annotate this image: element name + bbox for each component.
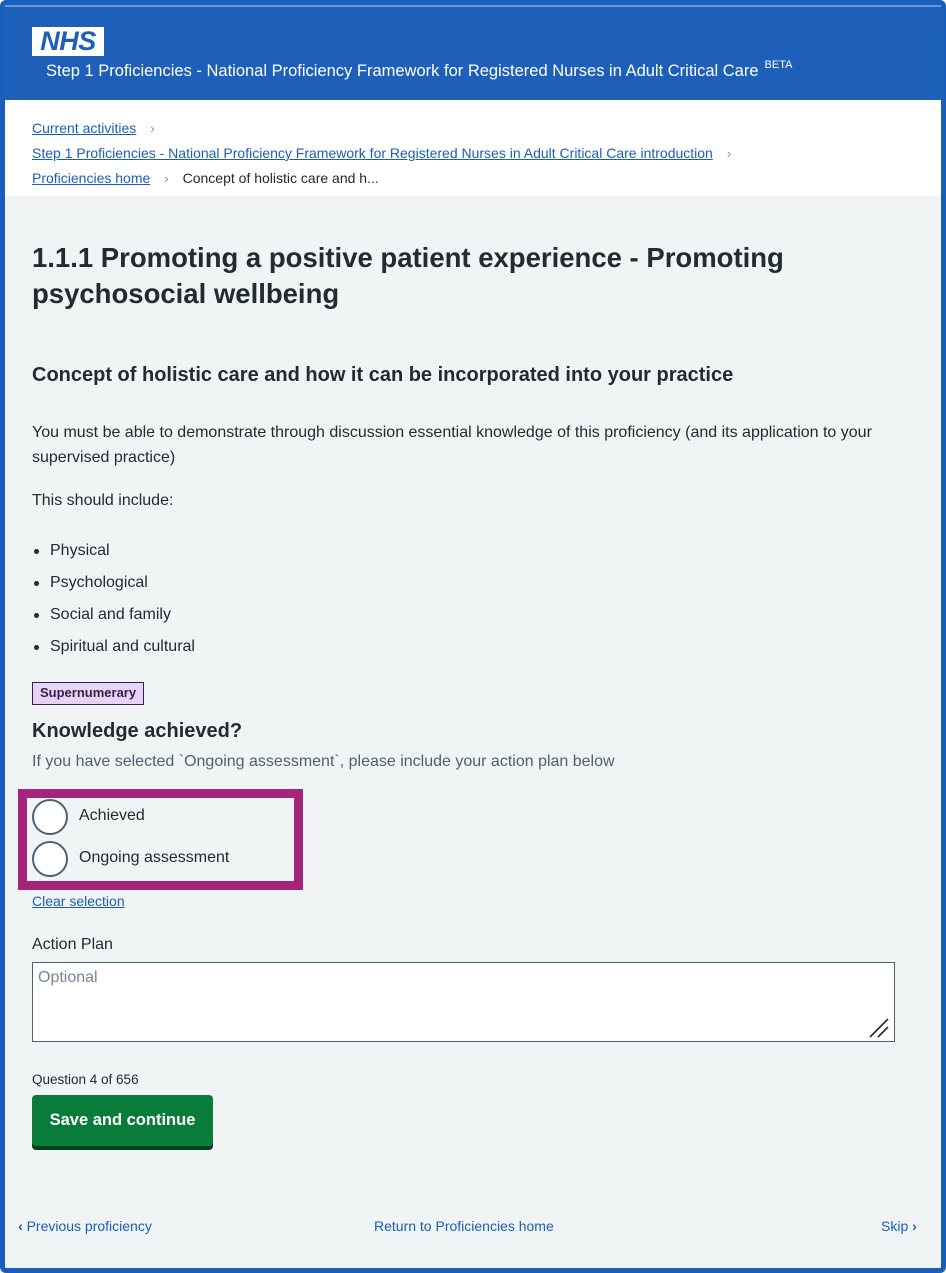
breadcrumb-item-proficiencies-home: Proficiencies home › Concept of holistic c… — [32, 170, 379, 186]
question-counter: Question 4 of 656 — [32, 1072, 139, 1087]
save-and-continue-button[interactable]: Save and continue — [32, 1095, 213, 1146]
chevron-right-icon: › — [164, 171, 169, 186]
breadcrumb-item-current-activities: Current activities › — [32, 120, 155, 136]
chevron-right-icon: › — [150, 121, 155, 136]
action-plan-label: Action Plan — [32, 936, 113, 953]
breadcrumb-item-introduction: Step 1 Proficiencies - National Proficie… — [32, 145, 731, 161]
include-heading: This should include: — [32, 492, 174, 509]
beta-label: BETA — [764, 59, 793, 71]
list-item: Social and family — [32, 600, 195, 632]
page-frame: NHS Step 1 Proficiencies - National Prof… — [0, 0, 946, 1273]
service-name[interactable]: Step 1 Proficiencies - National Proficie… — [46, 59, 793, 81]
chevron-left-icon: ‹ — [18, 1218, 23, 1234]
skip-link[interactable]: Skip › — [881, 1218, 917, 1234]
breadcrumb-link-current-activities[interactable]: Current activities — [32, 120, 136, 136]
breadcrumb-link-proficiencies-home[interactable]: Proficiencies home — [32, 170, 150, 186]
question-legend: Knowledge achieved? — [32, 720, 243, 742]
radio-label-ongoing-assessment[interactable]: Ongoing assessment — [79, 849, 229, 867]
service-name-text[interactable]: Step 1 Proficiencies - National Proficie… — [46, 62, 759, 80]
supernumerary-tag: Supernumerary — [32, 682, 145, 705]
previous-proficiency-label[interactable]: Previous proficiency — [27, 1218, 152, 1234]
chevron-right-icon: › — [726, 146, 732, 161]
nhs-logo[interactable]: NHS — [32, 27, 104, 56]
list-item: Spiritual and cultural — [32, 632, 195, 664]
breadcrumb-link-introduction[interactable]: Step 1 Proficiencies - National Proficie… — [32, 145, 713, 161]
question-hint: If you have selected `Ongoing assessment… — [32, 753, 615, 770]
radio-label-achieved[interactable]: Achieved — [79, 807, 145, 825]
list-item: Physical — [32, 536, 195, 568]
section-subtitle: Concept of holistic care and how it can … — [32, 364, 734, 386]
proficiency-navigation: ‹ Previous proficiency Return to Profici… — [5, 1218, 941, 1240]
resize-handle-icon[interactable] — [868, 1017, 890, 1039]
site-header: NHS Step 1 Proficiencies - National Prof… — [5, 5, 941, 100]
list-item: Psychological — [32, 568, 195, 600]
action-plan-textarea[interactable] — [32, 962, 895, 1042]
breadcrumb-current: Concept of holistic care and h... — [182, 170, 379, 186]
radio-achieved[interactable]: Achieved — [32, 799, 272, 835]
radio-ongoing-assessment[interactable]: Ongoing assessment — [32, 841, 272, 877]
previous-proficiency-link[interactable]: ‹ Previous proficiency — [18, 1218, 152, 1234]
return-to-proficiencies-home-link[interactable]: Return to Proficiencies home — [374, 1218, 554, 1234]
radio-circle-icon[interactable] — [32, 841, 68, 877]
topic-list: Physical Psychological Social and family… — [32, 536, 195, 664]
chevron-right-icon: › — [912, 1218, 917, 1234]
breadcrumb: Current activities › Step 1 Proficiencies… — [5, 100, 941, 196]
radio-circle-icon[interactable] — [32, 799, 68, 835]
skip-label[interactable]: Skip — [881, 1218, 908, 1234]
page-title: 1.1.1 Promoting a positive patient exper… — [32, 242, 784, 309]
clear-selection-link[interactable]: Clear selection — [32, 893, 125, 909]
description-text: You must be able to demonstrate through … — [32, 424, 872, 466]
